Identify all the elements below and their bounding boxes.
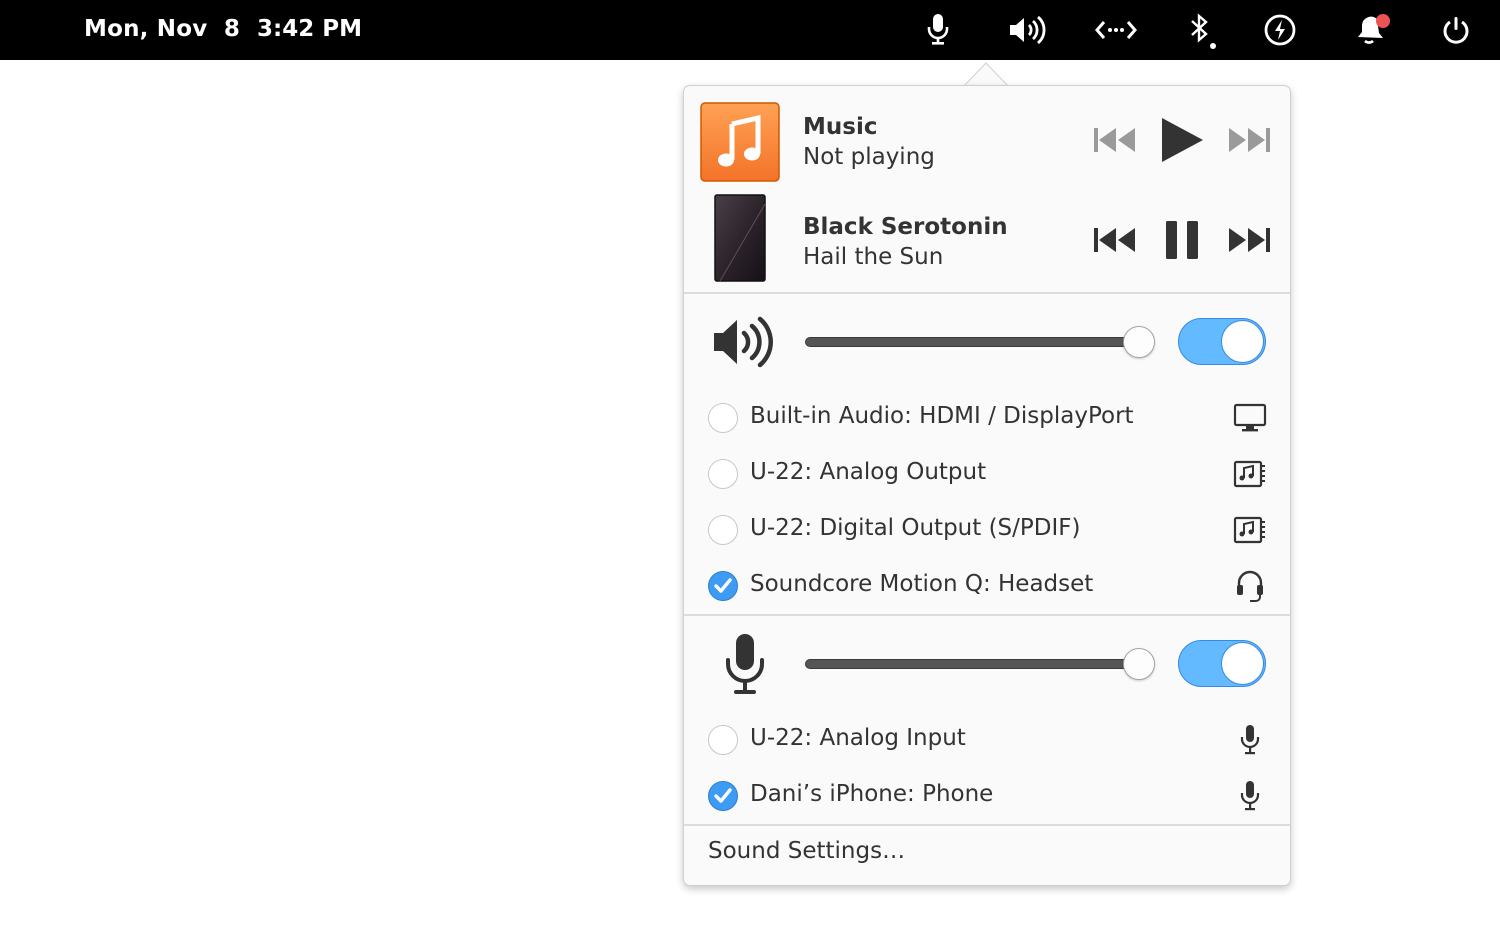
bluetooth-indicator[interactable] bbox=[1180, 10, 1220, 50]
checkmark-icon bbox=[712, 785, 734, 811]
device-label: U-22: Analog Output bbox=[750, 459, 987, 485]
device-label: U-22: Digital Output (S/PDIF) bbox=[750, 515, 1081, 541]
network-indicator[interactable] bbox=[1095, 10, 1137, 50]
microphone-icon bbox=[1230, 780, 1270, 812]
device-radio[interactable] bbox=[708, 403, 738, 433]
device-label: U-22: Analog Input bbox=[750, 725, 966, 751]
previous-icon bbox=[1093, 227, 1137, 257]
output-mute-switch[interactable] bbox=[1178, 318, 1266, 365]
output-volume-handle[interactable] bbox=[1123, 326, 1155, 358]
separator bbox=[684, 824, 1290, 826]
play-icon bbox=[1160, 117, 1204, 167]
output-device-item[interactable]: Built-in Audio: HDMI / DisplayPort bbox=[684, 392, 1290, 444]
input-mute-switch[interactable] bbox=[1178, 640, 1266, 687]
media-player-music[interactable]: Music Not playing bbox=[684, 94, 1290, 194]
headset-icon bbox=[1230, 570, 1270, 602]
output-volume-slider[interactable] bbox=[805, 337, 1139, 347]
switch-knob bbox=[1221, 642, 1264, 685]
input-volume-slider[interactable] bbox=[805, 659, 1139, 669]
player-subtitle: Not playing bbox=[803, 144, 935, 170]
notification-indicator[interactable] bbox=[1352, 10, 1392, 50]
bluetooth-icon bbox=[1183, 10, 1217, 50]
monitor-icon bbox=[1230, 402, 1270, 434]
sound-settings-item[interactable]: Sound Settings… bbox=[708, 838, 905, 864]
microphone-indicator[interactable] bbox=[918, 10, 958, 50]
previous-button[interactable] bbox=[1092, 224, 1138, 260]
microphone-icon[interactable] bbox=[722, 632, 768, 702]
device-label: Dani’s iPhone: Phone bbox=[750, 781, 994, 807]
pause-icon bbox=[1165, 220, 1199, 264]
separator bbox=[684, 292, 1290, 294]
input-volume-handle[interactable] bbox=[1123, 648, 1155, 680]
pause-button[interactable] bbox=[1162, 220, 1202, 264]
previous-icon bbox=[1093, 127, 1137, 157]
panel-date[interactable]: Mon, Nov 8 bbox=[84, 16, 240, 42]
output-device-item[interactable]: Soundcore Motion Q: Headset bbox=[684, 560, 1290, 612]
device-radio-checked[interactable] bbox=[708, 781, 738, 811]
microphone-icon bbox=[926, 13, 950, 47]
previous-button[interactable] bbox=[1092, 124, 1138, 160]
audio-volume-high-icon[interactable] bbox=[712, 314, 776, 374]
device-label: Soundcore Motion Q: Headset bbox=[750, 571, 1094, 597]
album-art bbox=[714, 194, 766, 282]
separator bbox=[684, 614, 1290, 616]
device-radio-checked[interactable] bbox=[708, 571, 738, 601]
music-app-icon bbox=[700, 102, 780, 182]
audio-card-icon bbox=[1230, 514, 1270, 546]
device-radio[interactable] bbox=[708, 725, 738, 755]
output-volume-row bbox=[684, 302, 1290, 382]
player-title: Black Serotonin bbox=[803, 214, 1008, 240]
audio-volume-high-icon bbox=[1008, 14, 1048, 46]
sound-indicator[interactable] bbox=[1008, 10, 1048, 50]
power-indicator[interactable] bbox=[1260, 10, 1300, 50]
shutdown-icon bbox=[1441, 15, 1471, 45]
next-button[interactable] bbox=[1226, 224, 1272, 260]
sound-popover: Music Not playing Black Serotonin Hail t… bbox=[683, 85, 1291, 886]
popover-arrow bbox=[964, 62, 1008, 86]
network-wired-icon bbox=[1095, 18, 1137, 42]
next-icon bbox=[1227, 127, 1271, 157]
session-indicator[interactable] bbox=[1436, 10, 1476, 50]
checkmark-icon bbox=[712, 575, 734, 601]
play-button[interactable] bbox=[1158, 118, 1206, 166]
audio-card-icon bbox=[1230, 458, 1270, 490]
panel-time[interactable]: 3:42 PM bbox=[257, 16, 362, 42]
input-device-item[interactable]: U-22: Analog Input bbox=[684, 714, 1290, 766]
switch-knob bbox=[1221, 320, 1264, 363]
next-icon bbox=[1227, 227, 1271, 257]
output-device-item[interactable]: U-22: Digital Output (S/PDIF) bbox=[684, 504, 1290, 556]
next-button[interactable] bbox=[1226, 124, 1272, 160]
media-player-track[interactable]: Black Serotonin Hail the Sun bbox=[684, 192, 1290, 292]
player-title: Music bbox=[803, 114, 878, 140]
output-device-item[interactable]: U-22: Analog Output bbox=[684, 448, 1290, 500]
notification-icon bbox=[1352, 10, 1392, 50]
device-label: Built-in Audio: HDMI / DisplayPort bbox=[750, 403, 1134, 429]
player-subtitle: Hail the Sun bbox=[803, 244, 944, 270]
input-device-item[interactable]: Dani’s iPhone: Phone bbox=[684, 770, 1290, 822]
microphone-icon bbox=[1230, 724, 1270, 756]
input-volume-row bbox=[684, 624, 1290, 704]
device-radio[interactable] bbox=[708, 459, 738, 489]
power-icon bbox=[1263, 13, 1297, 47]
top-panel: Mon, Nov 8 3:42 PM bbox=[0, 0, 1500, 60]
device-radio[interactable] bbox=[708, 515, 738, 545]
